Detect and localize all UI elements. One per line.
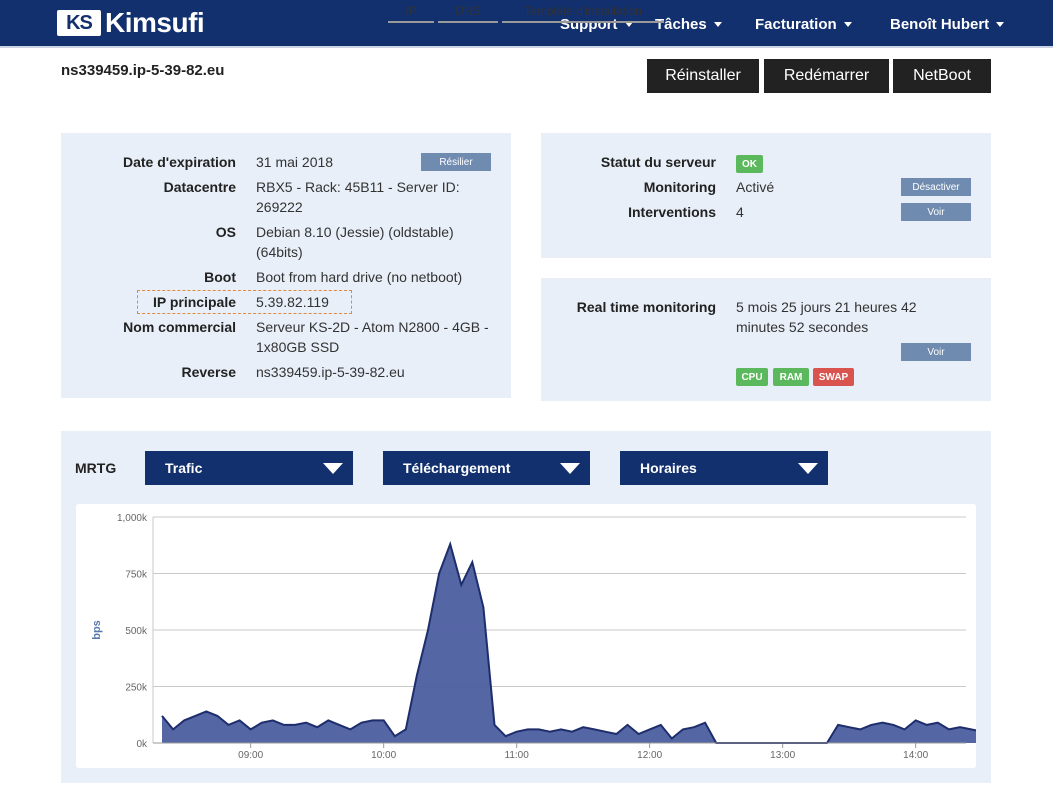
mrtg-label: MRTG (75, 460, 117, 476)
traffic-chart: 0k 250k 500k 750k 1,000k bps 09:00 10:00 11:00 12… (91, 513, 1053, 761)
desactiver-button[interactable]: Désactiver (901, 178, 971, 196)
cpu-badge: CPU (736, 368, 768, 386)
boot-value: Boot from hard drive (no netboot) (256, 269, 463, 285)
reverse-label: Reverse (181, 364, 237, 380)
server-info-panel (61, 133, 511, 398)
y-tick-label: 0k (136, 739, 148, 750)
tab-template[interactable]: Template d'installation (502, 0, 664, 23)
mrtg-type-select[interactable]: Trafic (145, 451, 353, 485)
y-tick-label: 1,000k (117, 513, 148, 524)
monitoring-label: Monitoring (643, 179, 716, 195)
status-badge: OK (736, 155, 763, 173)
commercial-label: Nom commercial (123, 319, 236, 335)
tab-ip[interactable]: IP (388, 0, 434, 23)
reboot-button[interactable]: Redémarrer (764, 59, 889, 93)
nav-facturation[interactable]: Facturation (755, 0, 852, 48)
os-label: OS (215, 224, 236, 240)
interventions-voir-button[interactable]: Voir (901, 203, 971, 221)
nav-user-menu[interactable]: Benoît Hubert (890, 0, 1005, 48)
ram-badge: RAM (773, 368, 809, 386)
os-value-line1: Debian 8.10 (Jessie) (oldstable) (256, 224, 454, 240)
y-tick-label: 250k (125, 683, 148, 694)
expiration-value: 31 mai 2018 (256, 154, 334, 170)
boot-label: Boot (204, 269, 236, 285)
caret-down-icon (560, 463, 580, 474)
chevron-down-icon (843, 21, 852, 27)
commercial-value-line2: 1x80GB SSD (256, 339, 340, 355)
swap-badge: SWAP (813, 368, 854, 386)
x-tick-label: 13:00 (770, 750, 795, 761)
expiration-label: Date d'expiration (122, 154, 236, 170)
interventions-value: 4 (736, 204, 744, 220)
x-tick-label: 10:00 (371, 750, 396, 761)
mrtg-period-select[interactable]: Horaires (620, 451, 828, 485)
nav-facturation-label: Facturation (755, 15, 837, 33)
y-axis-label: bps (91, 620, 103, 640)
realtime-voir-button[interactable]: Voir (901, 343, 971, 361)
commercial-value-line1: Serveur KS-2D - Atom N2800 - 4GB - (256, 319, 489, 335)
logo-mark: KS (57, 10, 101, 36)
datacentre-label: Datacentre (163, 179, 236, 195)
x-tick-label: 14:00 (903, 750, 928, 761)
server-hostname: ns339459.ip-5-39-82.eu (61, 62, 225, 79)
nav-taches[interactable]: Tâches (655, 0, 722, 48)
y-tick-label: 750k (125, 570, 148, 581)
chevron-down-icon (713, 21, 722, 27)
reverse-value: ns339459.ip-5-39-82.eu (256, 364, 405, 380)
y-tick-label: 500k (125, 626, 148, 637)
monitoring-value: Activé (736, 179, 775, 195)
tab-dns[interactable]: DNS (438, 0, 498, 23)
reinstall-button[interactable]: Réinstaller (647, 59, 759, 93)
mrtg-type-value: Trafic (165, 460, 203, 476)
datacentre-value-line1: RBX5 - Rack: 45B11 - Server ID: (256, 179, 460, 195)
logo-text: Kimsufi (105, 7, 205, 38)
realtime-value-line1: 5 mois 25 jours 21 heures 42 (736, 299, 917, 315)
resilier-button[interactable]: Résilier (421, 153, 491, 171)
nav-user-label: Benoît Hubert (890, 15, 990, 33)
mrtg-direction-select[interactable]: Téléchargement (383, 451, 590, 485)
interventions-label: Interventions (628, 204, 716, 220)
kimsufi-logo[interactable]: KS Kimsufi (57, 7, 205, 38)
realtime-value-line2: minutes 52 secondes (736, 319, 869, 335)
x-tick-label: 11:00 (505, 750, 530, 761)
mrtg-period-value: Horaires (640, 460, 697, 476)
netboot-button[interactable]: NetBoot (893, 59, 991, 93)
os-value-line2: (64bits) (256, 244, 303, 260)
ip-value: 5.39.82.119 (256, 294, 329, 310)
realtime-label: Real time monitoring (576, 299, 716, 315)
x-tick-label: 09:00 (238, 750, 263, 761)
chevron-down-icon (996, 21, 1005, 27)
statut-label: Statut du serveur (600, 154, 716, 170)
caret-down-icon (798, 463, 818, 474)
x-tick-label: 12:00 (637, 750, 662, 761)
traffic-chart-container: 0k 250k 500k 750k 1,000k bps 09:00 10:00 11:00 12… (76, 504, 1053, 768)
ip-label: IP principale (153, 294, 236, 310)
caret-down-icon (323, 463, 343, 474)
mrtg-direction-value: Téléchargement (403, 460, 511, 476)
datacentre-value-line2: 269222 (256, 199, 303, 215)
